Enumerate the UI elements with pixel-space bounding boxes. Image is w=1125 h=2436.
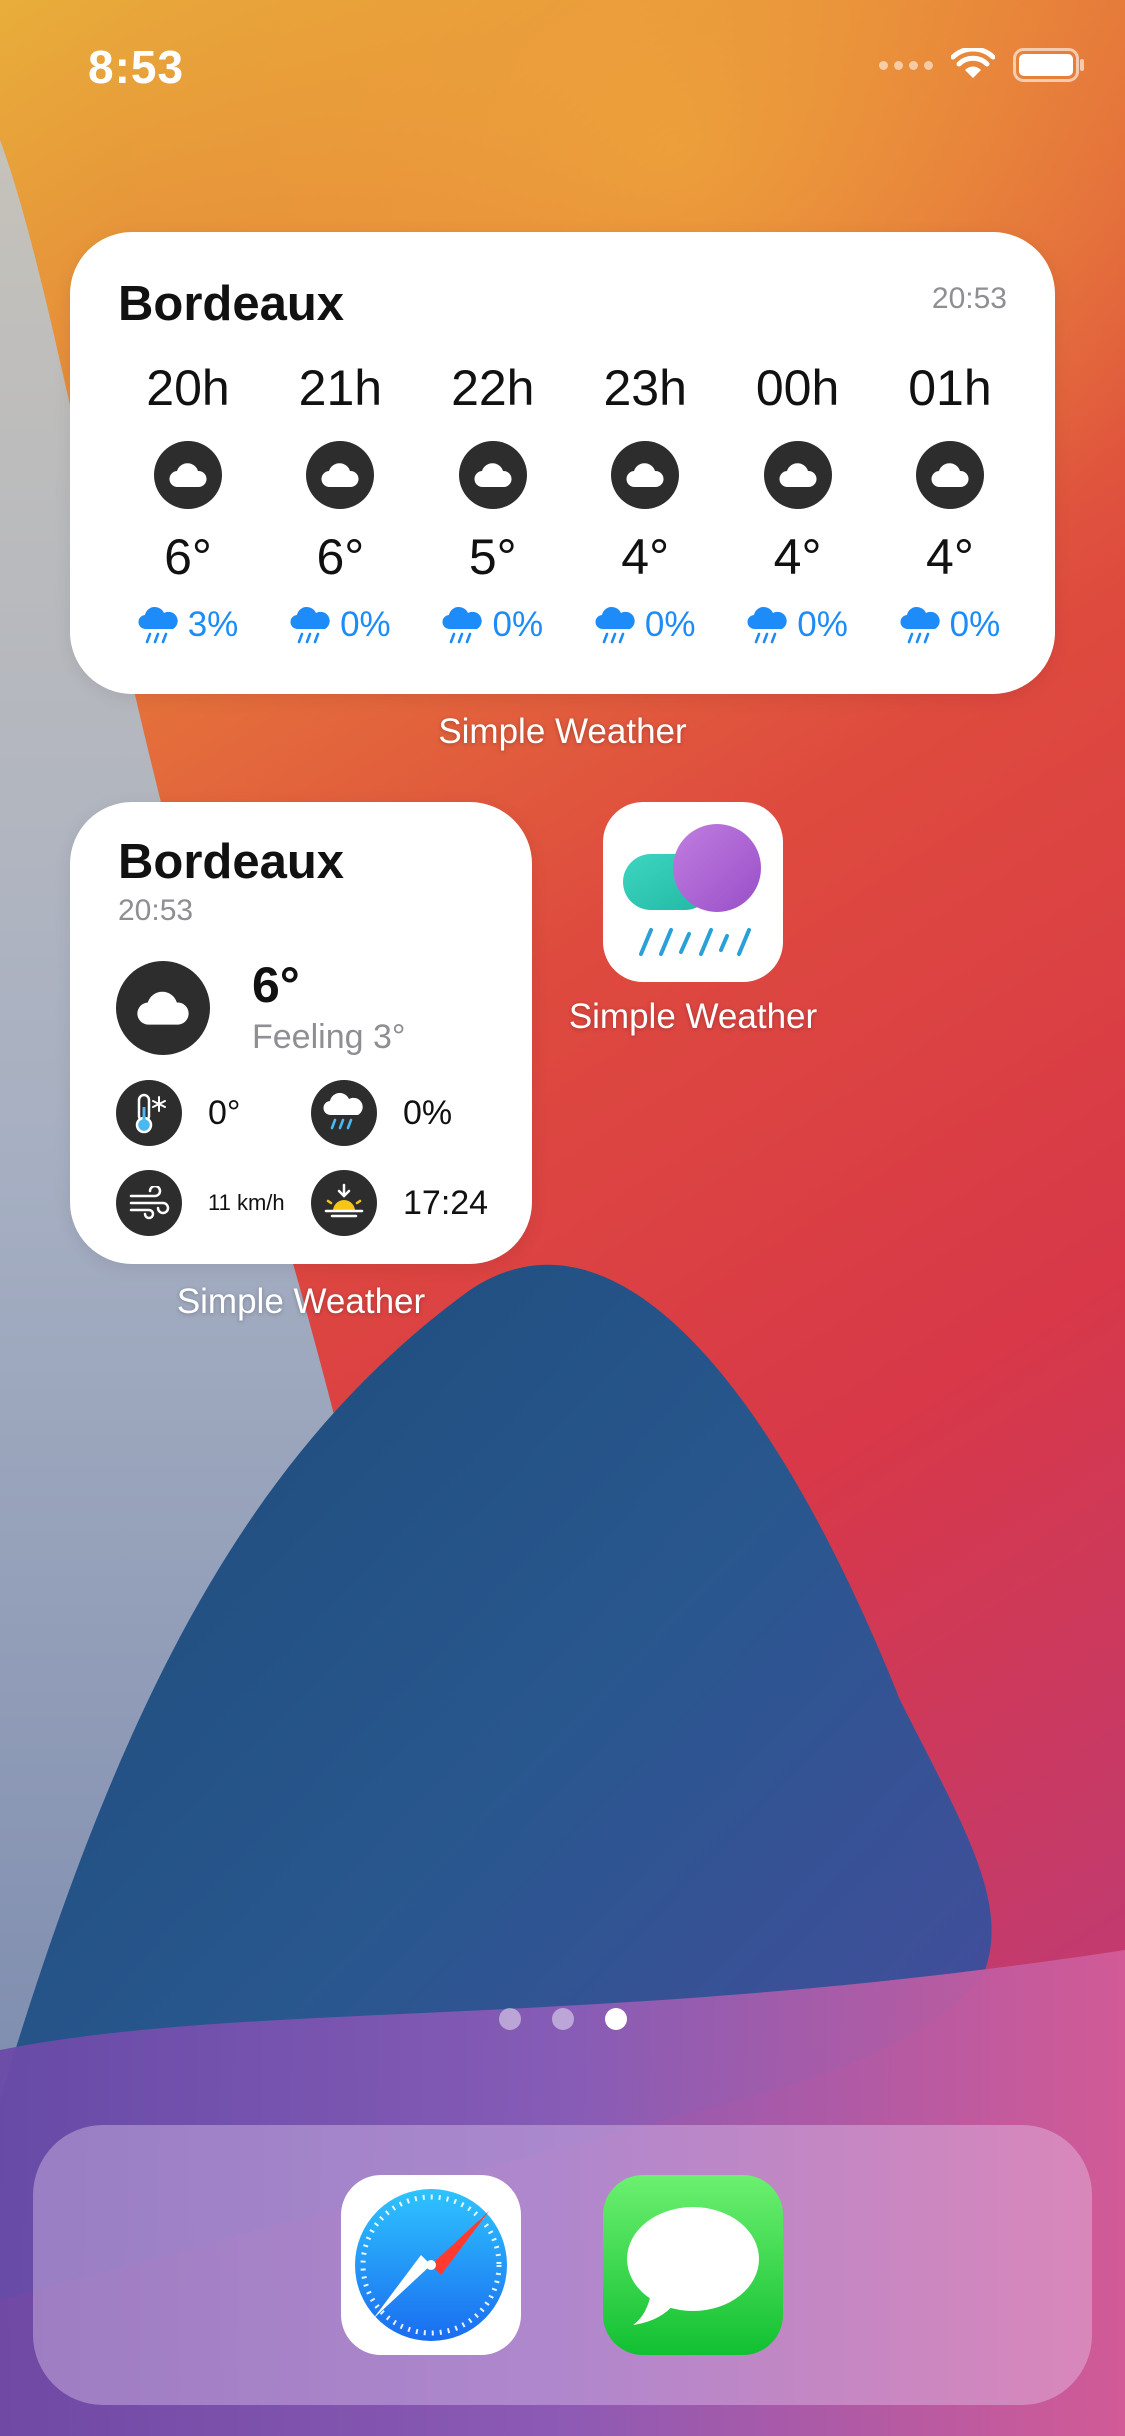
current-temperature: 6° xyxy=(252,957,300,1013)
widget-city: Bordeaux xyxy=(118,835,345,889)
feels-like: Feeling 3° xyxy=(252,1018,406,1056)
precip-value: 0% xyxy=(403,1093,453,1132)
large-widget-label: Simple Weather xyxy=(438,712,687,751)
app-icon-label: Simple Weather xyxy=(568,997,818,1036)
status-time: 8:53 xyxy=(88,41,185,93)
widget-updated-time: 20:53 xyxy=(931,282,1007,315)
hour-column: 23h 4° 0% xyxy=(575,357,715,645)
widget-updated-time: 20:53 xyxy=(118,894,194,927)
hour-precipitation: 3% xyxy=(138,605,239,645)
hour-label: 22h xyxy=(451,360,535,416)
widget-city: Bordeaux xyxy=(118,277,345,331)
hour-temperature: 6° xyxy=(316,529,365,585)
hour-precipitation: 0% xyxy=(290,605,391,645)
hour-column: 20h 6° 3% xyxy=(118,357,258,645)
hour-precipitation: 0% xyxy=(595,605,696,645)
dock xyxy=(33,2125,1092,2405)
cellular-signal-icon xyxy=(879,60,933,70)
hour-temperature: 4° xyxy=(621,529,670,585)
hour-precipitation: 0% xyxy=(900,605,1001,645)
page-indicator[interactable] xyxy=(0,2008,1125,2030)
cloud-icon xyxy=(306,441,375,509)
battery-icon xyxy=(1013,48,1084,82)
stats-grid: 0° 0% 11 km/h 17:24 xyxy=(116,1080,506,1236)
hour-temperature: 4° xyxy=(773,529,822,585)
wind-icon xyxy=(116,1170,182,1236)
thermometer-cold-icon xyxy=(116,1080,182,1146)
hour-temperature: 5° xyxy=(468,529,517,585)
page-dot-active[interactable] xyxy=(604,2008,627,2030)
hour-column: 00h 4° 0% xyxy=(728,357,868,645)
hour-temperature: 4° xyxy=(926,529,974,585)
page-dot[interactable] xyxy=(498,2008,521,2030)
messages-app-icon[interactable] xyxy=(603,2175,783,2355)
precip-value: 0% xyxy=(340,605,391,644)
precip-value: 0% xyxy=(797,605,848,644)
cloud-icon xyxy=(611,441,680,509)
precip-stat: 0% xyxy=(311,1080,506,1146)
low-temp-value: 0° xyxy=(208,1093,241,1132)
precip-value: 0% xyxy=(492,605,544,644)
rain-icon xyxy=(442,606,483,644)
rain-icon xyxy=(595,606,635,644)
safari-app-icon[interactable] xyxy=(341,2175,521,2355)
rain-cloud-icon xyxy=(311,1080,377,1146)
hour-label: 23h xyxy=(603,360,687,416)
hourly-forecast-widget[interactable]: Bordeaux 20:53 20h 6° 3% 21h 6° 0% 22h 5… xyxy=(70,232,1055,694)
cloud-icon xyxy=(116,960,210,1055)
wifi-icon xyxy=(951,48,995,78)
status-icons xyxy=(879,48,1085,82)
hour-label: 20h xyxy=(146,360,230,416)
sunset-icon xyxy=(311,1170,377,1236)
hour-label: 00h xyxy=(755,360,840,416)
small-widget-label: Simple Weather xyxy=(176,1282,426,1321)
wind-stat: 11 km/h xyxy=(116,1170,311,1236)
hourly-forecast: 20h 6° 3% 21h 6° 0% 22h 5° 0% 23h 4° 0% … xyxy=(118,357,1020,645)
sunset-value: 17:24 xyxy=(403,1183,489,1222)
page-dot[interactable] xyxy=(551,2008,574,2030)
rain-icon xyxy=(290,606,330,644)
hour-column: 22h 5° 0% xyxy=(423,357,563,645)
wind-value: 11 km/h xyxy=(208,1190,285,1215)
precip-value: 0% xyxy=(949,605,1001,644)
cloud-icon xyxy=(763,441,832,509)
hour-label: 21h xyxy=(298,360,383,416)
cloud-icon xyxy=(154,441,222,509)
rain-icon xyxy=(747,606,787,644)
hour-temperature: 6° xyxy=(164,529,212,585)
rain-icon xyxy=(138,606,178,644)
sunset-stat: 17:24 xyxy=(311,1170,506,1236)
current-weather-widget[interactable]: Bordeaux 20:53 6° Feeling 3° 0° 0% 11 km… xyxy=(70,802,532,1264)
hour-precipitation: 0% xyxy=(747,605,848,645)
precip-value: 3% xyxy=(187,605,239,644)
hour-column: 21h 6° 0% xyxy=(270,357,410,645)
cloud-icon xyxy=(458,441,527,509)
low-temp-stat: 0° xyxy=(116,1080,311,1146)
rain-icon xyxy=(900,606,940,644)
simple-weather-app-icon[interactable] xyxy=(603,802,783,982)
hour-label: 01h xyxy=(908,360,992,416)
current-conditions: 6° Feeling 3° xyxy=(116,958,405,1057)
hour-column: 01h 4° 0% xyxy=(880,357,1020,645)
precip-value: 0% xyxy=(644,605,696,644)
hour-precipitation: 0% xyxy=(442,605,543,645)
cloud-icon xyxy=(915,441,984,509)
